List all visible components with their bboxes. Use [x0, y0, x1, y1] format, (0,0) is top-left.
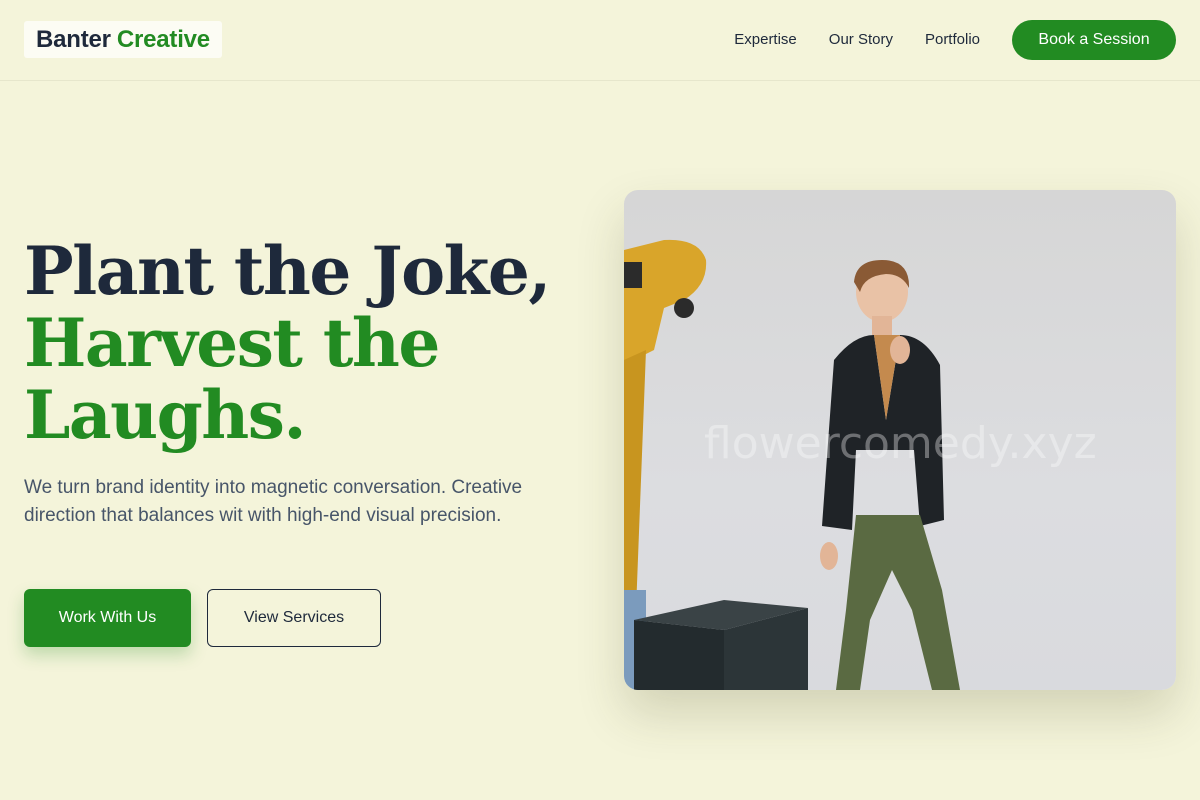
brand-name-part1: Banter [36, 25, 111, 53]
site-header: Banter Creative Expertise Our Story Port… [0, 0, 1200, 81]
brand-logo[interactable]: Banter Creative [24, 21, 222, 58]
image-watermark: flowercomedy.xyz [704, 418, 1097, 469]
view-services-button[interactable]: View Services [207, 589, 381, 647]
brand-name-part2: Creative [116, 25, 210, 53]
nav-link-expertise[interactable]: Expertise [734, 31, 797, 48]
book-session-button[interactable]: Book a Session [1012, 20, 1176, 60]
hero-subtitle: We turn brand identity into magnetic con… [24, 477, 523, 526]
hero-photo: flowercomedy.xyz [624, 190, 1176, 690]
nav-link-portfolio[interactable]: Portfolio [925, 31, 980, 48]
headline-line-2: Harvest the [24, 304, 440, 382]
headline-line-3: Laughs. [24, 376, 306, 454]
headline-line-1: Plant the Joke, [24, 232, 551, 310]
work-with-us-button[interactable]: Work With Us [24, 589, 191, 647]
main-nav: Expertise Our Story Portfolio [734, 0, 980, 79]
nav-link-our-story[interactable]: Our Story [829, 31, 893, 48]
hero-headline: Plant the Joke, Harvest the Laughs. [24, 235, 584, 451]
